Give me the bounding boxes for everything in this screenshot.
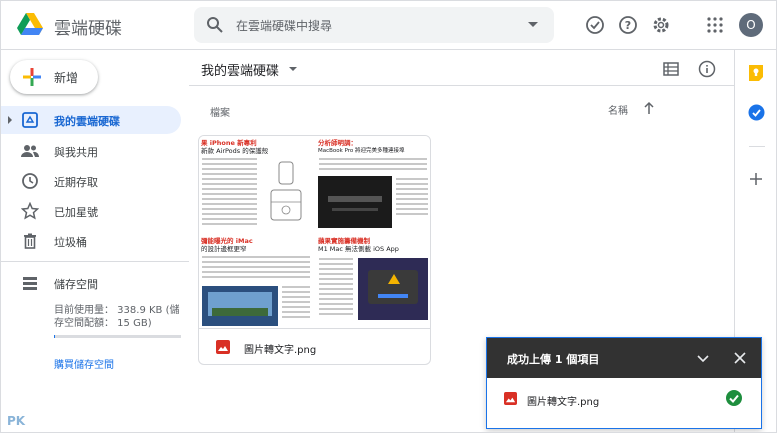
image-file-icon (216, 340, 230, 354)
upload-status-panel: 成功上傳 1 個項目 圖片轉文字.png (486, 337, 762, 429)
star-icon (21, 202, 39, 220)
thumb-article-2: 分析師明調： MacBook Pro 將迎完美多種連接埠 (316, 136, 430, 231)
apps-grid-icon[interactable] (705, 15, 725, 35)
account-avatar[interactable]: O (739, 13, 763, 37)
keep-notes-icon[interactable] (748, 64, 764, 82)
sort-by-name[interactable]: 名稱 (608, 102, 628, 117)
upload-status-header: 成功上傳 1 個項目 (487, 338, 761, 378)
storage-usage-fill (54, 335, 55, 338)
sidebar-item-label: 我的雲端硬碟 (54, 115, 120, 128)
file-thumbnail: 果 iPhone 新專利 新款 AirPods 的保護殼 分析師明調： MacB… (199, 136, 430, 329)
expand-arrow-icon[interactable] (8, 116, 12, 124)
sidebar-item-trash[interactable]: 垃圾桶 (1, 227, 181, 255)
search-options-icon[interactable] (528, 22, 538, 27)
sidebar-item-starred[interactable]: 已加星號 (1, 197, 181, 225)
sidebar-item-storage[interactable]: 儲存空間 (1, 269, 181, 297)
storage-usage-bar (54, 335, 181, 338)
chevron-down-icon[interactable] (697, 352, 709, 364)
side-panel-divider (749, 146, 765, 147)
list-view-icon[interactable] (663, 61, 679, 77)
my-drive-icon (22, 112, 38, 128)
upload-file-name: 圖片轉文字.png (527, 397, 600, 408)
thumb-headline: 果 iPhone 新專利 (201, 139, 257, 147)
storage-icon (23, 277, 37, 290)
file-name: 圖片轉文字.png (244, 345, 317, 356)
file-card-footer[interactable]: 圖片轉文字.png (199, 329, 430, 364)
image-file-icon (504, 392, 517, 405)
drive-window: 雲端硬碟 ? O (0, 0, 777, 433)
sidebar-item-label: 垃圾桶 (54, 236, 87, 249)
sidebar-divider (1, 261, 189, 262)
buy-storage-link[interactable]: 購買儲存空間 (54, 356, 114, 371)
main-divider (189, 85, 734, 86)
thumb-subheadline: M1 Mac 無法側載 iOS App (318, 245, 399, 253)
files-section-label: 檔案 (210, 108, 230, 119)
sidebar-item-label: 已加星號 (54, 206, 98, 219)
thumb-subheadline: 的設計邊框更窄 (201, 245, 247, 253)
sidebar-item-my-drive[interactable]: 我的雲端硬碟 (1, 106, 181, 134)
thumb-ios-app-photo (358, 258, 428, 320)
settings-gear-icon[interactable] (651, 15, 671, 35)
sidebar-item-label: 近期存取 (54, 176, 98, 189)
drive-logo-icon[interactable] (17, 13, 43, 35)
sidebar-item-recent[interactable]: 近期存取 (1, 167, 181, 195)
thumb-headline: 蘋果實施籌備機制 (318, 237, 370, 245)
search-input[interactable] (234, 15, 508, 37)
thumb-subheadline: MacBook Pro 將迎完美多種連接埠 (318, 148, 405, 154)
offline-check-icon[interactable] (585, 15, 605, 35)
thumb-article-3: 彌能曝光的 iMac 的設計邊框更窄 (199, 234, 313, 329)
storage-usage-text: 目前使用量： 338.9 KB (儲存空間配額： 15 GB) (54, 305, 180, 329)
thumb-imac-photo (202, 286, 278, 326)
app-title: 雲端硬碟 (54, 19, 122, 39)
help-icon[interactable]: ? (618, 15, 638, 35)
shared-people-icon (21, 145, 39, 157)
chevron-down-icon[interactable] (289, 67, 297, 71)
search-icon[interactable] (206, 16, 224, 34)
thumb-headline: 分析師明調： (318, 139, 357, 147)
sidebar-item-label: 與我共用 (54, 146, 98, 159)
thumb-article-1: 果 iPhone 新專利 新款 AirPods 的保護殼 (199, 136, 313, 231)
tasks-icon[interactable] (748, 104, 765, 121)
trash-icon (24, 233, 36, 249)
thumb-subheadline: 新款 AirPods 的保護殼 (201, 147, 269, 155)
thumb-macbook-photo (318, 176, 392, 228)
add-addon-plus-icon[interactable] (749, 172, 763, 186)
clock-icon (22, 173, 38, 189)
info-icon[interactable] (698, 60, 716, 78)
top-bar: 雲端硬碟 ? O (1, 1, 776, 50)
thumb-article-4: 蘋果實施籌備機制 M1 Mac 無法側載 iOS App (316, 234, 430, 329)
watermark: PK (7, 414, 26, 428)
file-card[interactable]: 果 iPhone 新專利 新款 AirPods 的保護殼 分析師明調： MacB… (198, 135, 431, 365)
sort-arrow-up-icon[interactable] (643, 101, 655, 115)
thumb-airpods-drawing (270, 161, 302, 221)
new-button-label: 新增 (54, 71, 79, 85)
upload-status-title: 成功上傳 1 個項目 (507, 353, 600, 366)
thumb-headline: 彌能曝光的 iMac (201, 237, 253, 245)
close-icon[interactable] (734, 352, 746, 364)
plus-icon (23, 68, 41, 86)
upload-item-row[interactable]: 圖片轉文字.png (487, 378, 761, 428)
page-title[interactable]: 我的雲端硬碟 (201, 60, 279, 79)
sidebar-item-shared-with-me[interactable]: 與我共用 (1, 137, 181, 165)
sidebar-item-label: 儲存空間 (54, 278, 98, 291)
svg-text:?: ? (625, 19, 631, 32)
search-bar[interactable] (194, 7, 554, 43)
upload-complete-check-icon (726, 390, 742, 406)
new-button[interactable]: 新增 (10, 60, 98, 94)
